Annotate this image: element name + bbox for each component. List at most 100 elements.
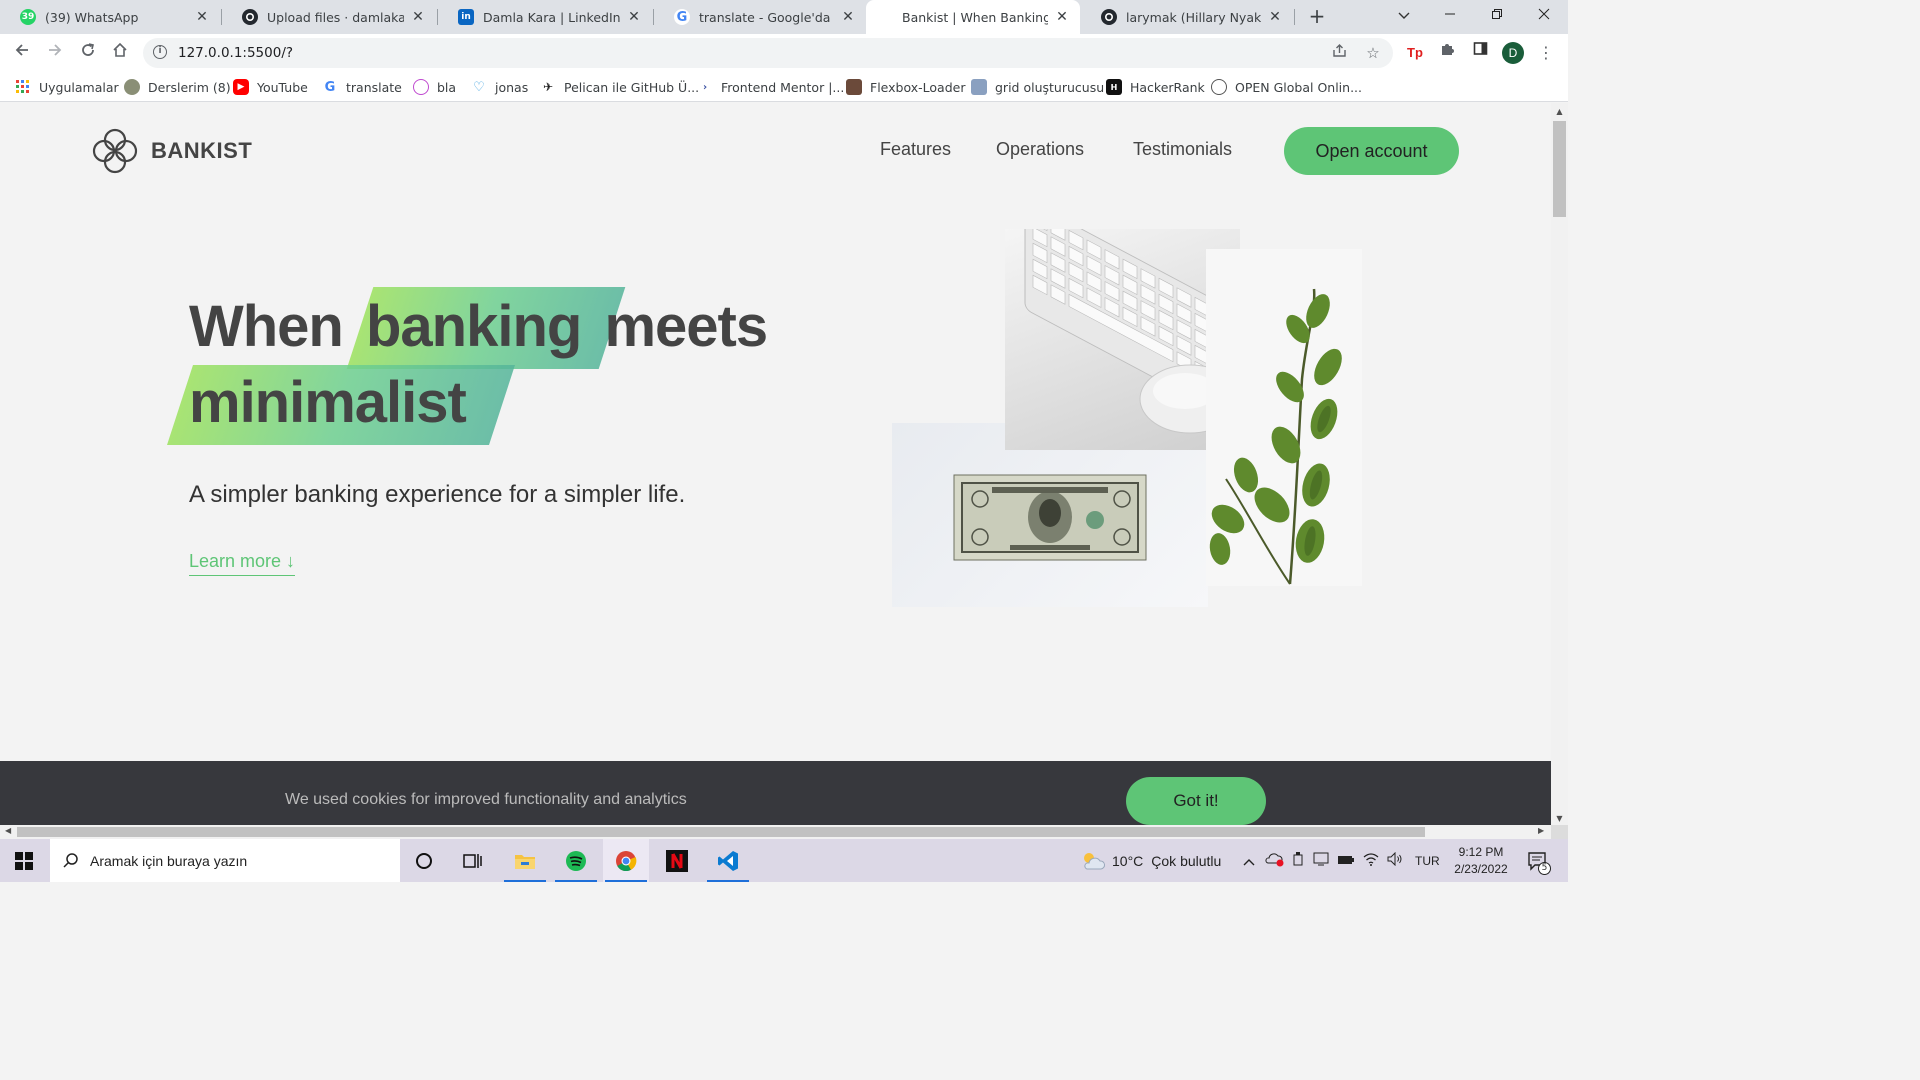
search-icon [63, 852, 78, 868]
restore-button[interactable] [1474, 0, 1520, 34]
tab-title: (39) WhatsApp [45, 9, 139, 25]
github-icon [242, 9, 258, 25]
bookmark-open-global[interactable]: OPEN Global Onlin... [1211, 78, 1362, 96]
battery-icon[interactable] [1337, 853, 1355, 869]
close-icon [1538, 8, 1550, 20]
side-panel-icon[interactable] [1468, 41, 1492, 65]
close-tab-icon[interactable]: ✕ [410, 9, 426, 25]
logo-text: BANKIST [151, 138, 253, 163]
bookmark-frontend-mentor[interactable]: › Frontend Mentor |... [697, 78, 844, 96]
display-settings-icon[interactable] [1313, 851, 1329, 870]
minimize-icon [1445, 13, 1455, 15]
close-tab-icon[interactable]: ✕ [1054, 9, 1070, 25]
close-tab-icon[interactable]: ✕ [840, 9, 856, 25]
close-tab-icon[interactable]: ✕ [194, 9, 210, 25]
minimize-button[interactable] [1427, 0, 1473, 34]
notification-center-button[interactable]: 5 [1518, 839, 1558, 882]
taskbar-search-box[interactable]: Aramak için buraya yazın [50, 839, 400, 882]
start-button[interactable] [0, 839, 48, 882]
tab-linkedin[interactable]: in Damla Kara | LinkedIn ✕ [438, 0, 652, 34]
address-bar[interactable]: i 127.0.0.1:5500/? ☆ [143, 38, 1393, 68]
cortana-button[interactable] [401, 839, 447, 882]
tab-google-translate[interactable]: G translate - Google'da Ara ✕ [654, 0, 866, 34]
cookie-accept-button[interactable]: Got it! [1126, 777, 1266, 825]
clock-date: 2/23/2022 [1454, 862, 1508, 876]
bookmark-hackerrank[interactable]: H HackerRank [1106, 78, 1205, 96]
scroll-right-arrow-icon[interactable]: ▶ [1538, 826, 1544, 835]
nav-testimonials[interactable]: Testimonials [1133, 139, 1232, 160]
onedrive-error-icon[interactable] [1265, 851, 1285, 870]
vertical-scroll-thumb[interactable] [1553, 121, 1566, 217]
forward-button[interactable] [41, 39, 69, 67]
new-tab-button[interactable]: + [1305, 5, 1329, 29]
tab-title: Upload files · damlakara5/b [267, 9, 404, 25]
bookmark-star-icon[interactable]: ☆ [1362, 42, 1384, 64]
learn-more-link[interactable]: Learn more ↓ [189, 551, 296, 576]
close-tab-icon[interactable]: ✕ [626, 9, 642, 25]
bookmark-grid[interactable]: grid oluşturucusu [971, 78, 1104, 96]
share-icon[interactable] [1328, 42, 1350, 64]
weather-widget[interactable]: 10°C Çok bulutlu [1080, 839, 1221, 882]
back-button[interactable] [8, 39, 36, 67]
tab-whatsapp[interactable]: 39 (39) WhatsApp ✕ [0, 0, 220, 34]
usb-device-icon[interactable] [1291, 851, 1305, 870]
vscode-button[interactable] [705, 839, 751, 882]
scroll-down-arrow-icon[interactable]: ▼ [1551, 814, 1568, 823]
chrome-button[interactable] [603, 839, 649, 882]
close-window-button[interactable] [1521, 0, 1567, 34]
taskbar-clock[interactable]: 9:12 PM 2/23/2022 [1445, 844, 1517, 878]
nav-operations[interactable]: Operations [996, 139, 1084, 160]
reload-icon [82, 43, 94, 56]
bookmark-apps[interactable]: Uygulamalar [15, 78, 119, 96]
bookmark-pelican[interactable]: ✈ Pelican ile GitHub Ü... [540, 78, 699, 96]
bookmark-youtube[interactable]: ▶ YouTube [233, 78, 308, 96]
netflix-button[interactable] [654, 839, 700, 882]
wifi-icon[interactable] [1363, 852, 1379, 869]
file-explorer-button[interactable] [502, 839, 548, 882]
home-button[interactable] [106, 39, 134, 67]
site-info-icon[interactable]: i [153, 45, 167, 59]
tab-github-upload[interactable]: Upload files · damlakara5/b ✕ [222, 0, 436, 34]
horizontal-scroll-thumb[interactable] [17, 827, 1425, 837]
tab-bankist[interactable]: Bankist | When Banking me ✕ [866, 0, 1080, 34]
scroll-up-arrow-icon[interactable]: ▲ [1551, 107, 1568, 116]
circle-check-icon [413, 79, 429, 95]
bookmark-derslerim[interactable]: Derslerim (8) [124, 78, 231, 96]
bankist-logo[interactable]: BANKIST [91, 127, 252, 175]
weather-temperature: 10°C [1112, 852, 1144, 869]
tab-github-larymak[interactable]: larymak (Hillary Nyakundi) ✕ [1081, 0, 1293, 34]
volume-icon[interactable] [1387, 851, 1403, 869]
dollar-photo [892, 423, 1208, 607]
tab-title: Damla Kara | LinkedIn [483, 9, 620, 25]
open-account-button[interactable]: Open account [1284, 127, 1459, 175]
bookmark-bla[interactable]: bla [413, 78, 456, 96]
github-icon [1101, 9, 1117, 25]
flexbox-icon [846, 79, 862, 95]
spotify-button[interactable] [553, 839, 599, 882]
close-tab-icon[interactable]: ✕ [1267, 9, 1283, 25]
reload-button[interactable] [74, 39, 102, 67]
bookmark-translate[interactable]: G translate [322, 78, 402, 96]
menu-kebab-icon[interactable]: ⋮ [1534, 41, 1558, 65]
profile-avatar[interactable]: D [1502, 42, 1524, 64]
cookie-message: We used cookies for improved functionali… [285, 791, 687, 808]
scroll-left-arrow-icon[interactable]: ◀ [5, 826, 11, 835]
home-icon [113, 42, 127, 57]
nav-features[interactable]: Features [880, 139, 951, 160]
tab-search-button[interactable] [1381, 0, 1427, 34]
google-icon: G [674, 9, 690, 25]
url-text[interactable]: 127.0.0.1:5500/? [178, 45, 293, 61]
task-view-button[interactable] [450, 839, 496, 882]
vertical-scrollbar[interactable]: ▲ ▼ [1551, 103, 1568, 825]
windows-taskbar: Aramak için buraya yazın 10°C Çok bulutl… [0, 839, 1568, 882]
hero-heading-line2: minimalist [189, 369, 467, 436]
show-hidden-icons-chevron-icon[interactable] [1241, 853, 1257, 869]
tp-extension-icon[interactable]: Tp [1403, 41, 1427, 65]
bookmark-label: HackerRank [1130, 79, 1205, 95]
bookmark-jonas[interactable]: ♡ jonas [471, 78, 528, 96]
input-language[interactable]: TUR [1415, 854, 1440, 868]
extensions-puzzle-icon[interactable] [1435, 41, 1459, 65]
horizontal-scrollbar[interactable]: ◀ ▶ [0, 825, 1551, 839]
keyboard-mouse-icon [1024, 229, 1240, 434]
bookmark-flexbox-loader[interactable]: Flexbox-Loader [846, 78, 965, 96]
